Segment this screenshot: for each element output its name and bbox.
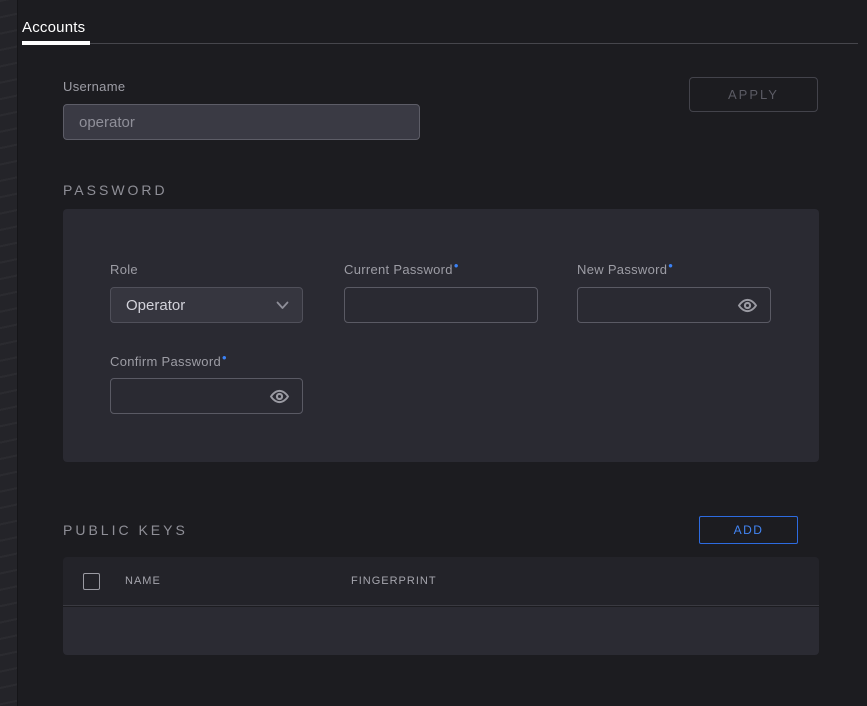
eye-icon bbox=[269, 389, 290, 404]
confirm-password-input[interactable] bbox=[111, 379, 269, 413]
username-input[interactable] bbox=[63, 104, 420, 140]
current-password-field bbox=[344, 287, 538, 323]
password-section-heading: PASSWORD bbox=[63, 182, 168, 198]
role-label: Role bbox=[110, 262, 138, 277]
confirm-password-label: Confirm Password• bbox=[110, 354, 227, 369]
public-keys-section-heading: PUBLIC KEYS bbox=[63, 522, 188, 538]
public-keys-table-empty-body bbox=[63, 607, 819, 655]
role-selected-value: Operator bbox=[126, 297, 185, 314]
tab-accounts[interactable]: Accounts bbox=[22, 19, 85, 36]
column-header-name: NAME bbox=[125, 575, 161, 587]
confirm-password-field bbox=[110, 378, 303, 414]
new-password-label: New Password• bbox=[577, 262, 673, 277]
active-tab-indicator bbox=[22, 41, 90, 45]
current-password-label: Current Password• bbox=[344, 262, 459, 277]
username-label: Username bbox=[63, 79, 125, 94]
tab-bar-divider bbox=[22, 43, 858, 44]
toggle-visibility-button[interactable] bbox=[737, 298, 770, 313]
left-edge-panel bbox=[0, 0, 18, 706]
required-marker: • bbox=[668, 258, 673, 273]
chevron-down-icon bbox=[276, 301, 289, 310]
eye-icon bbox=[737, 298, 758, 313]
required-marker: • bbox=[222, 350, 227, 365]
new-password-field bbox=[577, 287, 771, 323]
add-public-key-button[interactable]: ADD bbox=[699, 516, 798, 544]
public-keys-table-header: NAME FINGERPRINT bbox=[63, 557, 819, 606]
select-all-checkbox[interactable] bbox=[83, 573, 100, 590]
role-select[interactable]: Operator bbox=[110, 287, 303, 323]
current-password-input[interactable] bbox=[345, 288, 537, 322]
password-card: Role Operator Current Password• New Pass… bbox=[63, 209, 819, 462]
new-password-input[interactable] bbox=[578, 288, 737, 322]
column-header-fingerprint: FINGERPRINT bbox=[351, 575, 437, 587]
toggle-visibility-button[interactable] bbox=[269, 389, 302, 404]
accounts-settings-page: Accounts Username APPLY PASSWORD Role Op… bbox=[0, 0, 867, 706]
apply-button[interactable]: APPLY bbox=[689, 77, 818, 112]
required-marker: • bbox=[454, 258, 459, 273]
